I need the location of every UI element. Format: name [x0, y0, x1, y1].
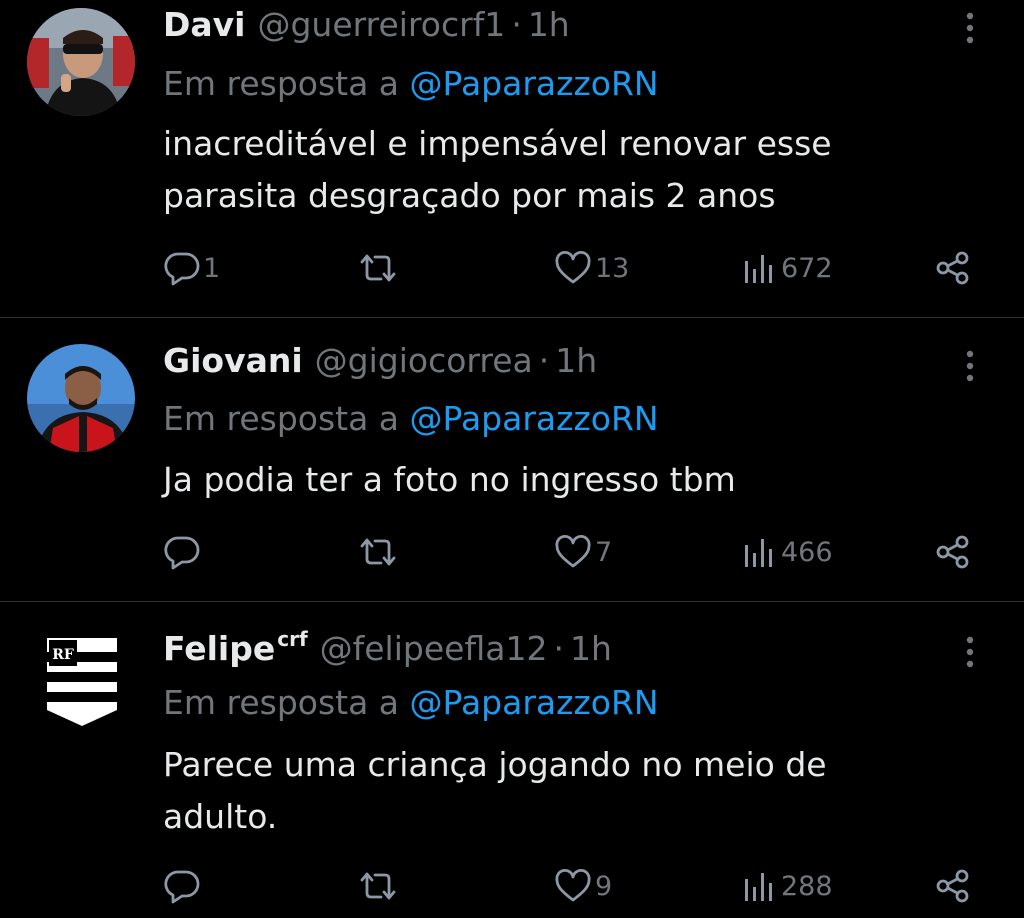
separator-dot: ·	[538, 341, 550, 380]
mention-link[interactable]: @PaparazzoRN	[410, 399, 659, 438]
tweet-text-line: inacreditável e impensável renovar esse	[163, 124, 832, 163]
more-vertical-icon	[966, 12, 974, 44]
share-button[interactable]	[934, 532, 972, 572]
views-chart-icon	[745, 539, 772, 567]
avatar[interactable]	[27, 8, 135, 116]
user-handle[interactable]: @guerreirocrf1	[257, 2, 505, 48]
reply-context: Em resposta a @PaparazzoRN	[163, 396, 659, 442]
reply-button[interactable]	[163, 532, 203, 572]
view-count: 466	[781, 536, 833, 568]
like-button[interactable]: 9	[553, 866, 612, 906]
view-count: 288	[781, 870, 833, 902]
separator-dot: ·	[553, 629, 564, 668]
tweet[interactable]: Giovani @gigiocorrea · 1h Em resposta a …	[0, 318, 1024, 602]
tweet-header: Davi @guerreirocrf1 · 1h	[163, 2, 570, 48]
display-name-superscript: crf	[277, 627, 308, 651]
like-count: 7	[595, 536, 613, 568]
user-handle[interactable]: @gigiocorrea	[315, 338, 533, 384]
display-name[interactable]: Davi	[163, 2, 245, 48]
more-options-button[interactable]	[956, 8, 984, 48]
reply-icon	[164, 870, 200, 904]
views-button[interactable]: 466	[741, 532, 833, 572]
reply-prefix: Em resposta a	[163, 399, 400, 438]
tweet-text: inacreditável e impensável renovar esse …	[163, 118, 953, 222]
mention-link[interactable]: @PaparazzoRN	[410, 683, 659, 722]
more-vertical-icon	[966, 636, 974, 668]
tweet-header: Giovani @gigiocorrea · 1h	[163, 338, 597, 384]
tweet-text-line: Ja podia ter a foto no ingresso tbm	[163, 460, 736, 499]
view-count: 672	[781, 252, 833, 284]
share-button[interactable]	[934, 248, 972, 288]
reply-button[interactable]: 1	[163, 248, 220, 288]
views-chart-icon	[745, 873, 772, 901]
views-button[interactable]: 288	[741, 866, 833, 906]
avatar[interactable]	[27, 344, 135, 452]
user-handle[interactable]: @felipeefla12	[320, 626, 548, 672]
tweet-text: Ja podia ter a foto no ingresso tbm	[163, 454, 953, 506]
views-button[interactable]: 672	[741, 248, 833, 288]
tweet-text-line: Parece uma criança jogando no meio de	[163, 745, 827, 784]
reply-prefix: Em resposta a	[163, 64, 400, 103]
share-icon	[936, 251, 969, 285]
display-name[interactable]: Giovani	[163, 338, 303, 384]
retweet-icon	[360, 872, 396, 900]
retweet-button[interactable]	[356, 866, 402, 906]
heart-icon	[555, 868, 591, 902]
more-options-button[interactable]	[956, 632, 984, 672]
tweet-text-line: parasita desgraçado por mais 2 anos	[163, 176, 776, 215]
share-button[interactable]	[934, 866, 972, 906]
tweet-text-line: adulto.	[163, 797, 278, 836]
reply-feed: Davi @guerreirocrf1 · 1h Em resposta a @…	[0, 0, 1024, 918]
reply-context: Em resposta a @PaparazzoRN	[163, 680, 659, 726]
tweet-header: Felipe crf @felipeefla12 · 1h	[163, 626, 612, 672]
reply-context: Em resposta a @PaparazzoRN	[163, 61, 659, 107]
retweet-icon	[360, 538, 396, 566]
tweet[interactable]: Davi @guerreirocrf1 · 1h Em resposta a @…	[0, 0, 1024, 318]
more-options-button[interactable]	[956, 346, 984, 386]
retweet-button[interactable]	[356, 532, 402, 572]
svg-text:RF: RF	[52, 647, 74, 663]
separator-dot: ·	[511, 5, 522, 44]
reply-prefix: Em resposta a	[163, 683, 400, 722]
action-bar: 1 13 672	[0, 248, 1024, 288]
like-button[interactable]: 13	[553, 248, 629, 288]
timestamp[interactable]: 1h	[528, 2, 570, 48]
display-name[interactable]: Felipe	[163, 626, 275, 672]
retweet-button[interactable]	[356, 248, 402, 288]
heart-icon	[555, 250, 591, 284]
share-icon	[936, 535, 969, 569]
like-count: 9	[595, 870, 613, 902]
reply-icon	[164, 252, 200, 286]
heart-icon	[555, 534, 591, 568]
reply-icon	[164, 536, 200, 570]
like-button[interactable]: 7	[553, 532, 612, 572]
action-bar: 9 288	[0, 866, 1024, 906]
views-chart-icon	[745, 255, 772, 283]
reply-button[interactable]	[163, 866, 203, 906]
share-icon	[936, 869, 969, 903]
timestamp[interactable]: 1h	[555, 338, 597, 384]
timestamp[interactable]: 1h	[570, 626, 612, 672]
action-bar: 7 466	[0, 532, 1024, 572]
mention-link[interactable]: @PaparazzoRN	[410, 64, 659, 103]
tweet-text: Parece uma criança jogando no meio de ad…	[163, 739, 953, 843]
avatar[interactable]: RF	[27, 622, 135, 730]
like-count: 13	[595, 252, 630, 284]
more-vertical-icon	[966, 350, 974, 382]
retweet-icon	[360, 254, 396, 282]
tweet[interactable]: RF Felipe crf @felipeefla12 · 1h Em resp…	[0, 602, 1024, 918]
reply-count: 1	[203, 252, 221, 284]
